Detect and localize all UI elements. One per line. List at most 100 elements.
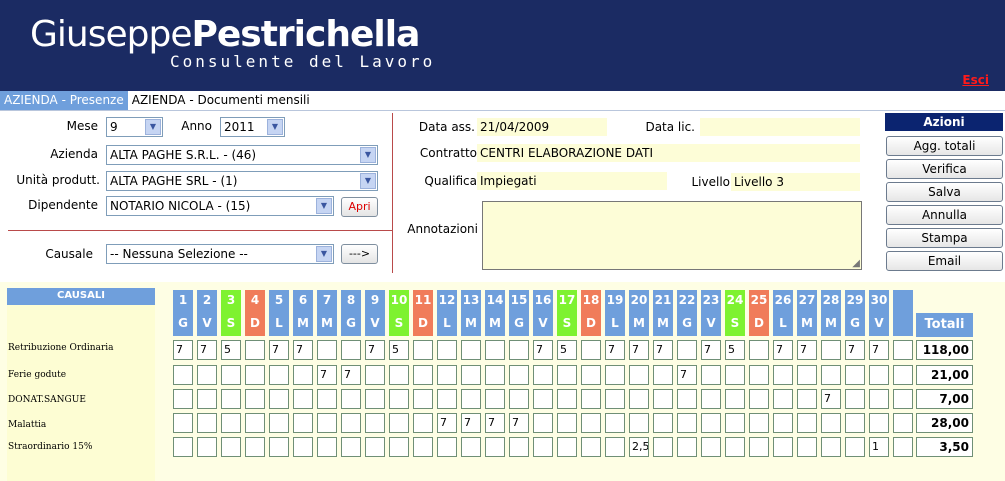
hours-input[interactable] [629,389,649,409]
hours-input[interactable] [389,437,409,457]
hours-input[interactable] [221,389,241,409]
hours-input[interactable] [197,389,217,409]
hours-input[interactable] [797,413,817,433]
hours-input[interactable] [581,340,601,360]
hours-input[interactable] [197,413,217,433]
hours-input[interactable] [461,365,481,385]
tab-presenze[interactable]: AZIENDA - Presenze [0,91,128,110]
hours-input[interactable]: 7 [173,340,193,360]
hours-input[interactable] [437,340,457,360]
dipendente-select[interactable]: NOTARIO NICOLA - (15) ▼ [106,196,334,216]
hours-input[interactable] [389,365,409,385]
hours-input[interactable] [365,365,385,385]
hours-input[interactable] [845,413,865,433]
hours-input[interactable] [221,437,241,457]
salva-button[interactable]: Salva [886,182,1003,202]
hours-input[interactable]: 7 [317,365,337,385]
hours-input[interactable] [725,389,745,409]
hours-input[interactable] [725,437,745,457]
unita-select[interactable]: ALTA PAGHE SRL - (1) ▼ [106,171,378,191]
hours-input[interactable] [317,413,337,433]
hours-input[interactable]: 7 [701,340,721,360]
hours-input[interactable]: 5 [725,340,745,360]
hours-input[interactable] [893,365,913,385]
hours-input[interactable] [773,365,793,385]
hours-input[interactable] [293,413,313,433]
hours-input[interactable] [533,365,553,385]
hours-input[interactable] [653,389,673,409]
hours-input[interactable] [893,389,913,409]
hours-input[interactable] [581,413,601,433]
hours-input[interactable] [509,340,529,360]
hours-input[interactable] [317,437,337,457]
hours-input[interactable] [173,437,193,457]
hours-input[interactable]: 7 [461,413,481,433]
hours-input[interactable] [797,389,817,409]
hours-input[interactable] [485,340,505,360]
hours-input[interactable]: 7 [821,389,841,409]
hours-input[interactable]: 7 [677,365,697,385]
hours-input[interactable] [533,437,553,457]
hours-input[interactable] [653,365,673,385]
hours-input[interactable] [245,437,265,457]
hours-input[interactable] [869,365,889,385]
hours-input[interactable] [197,437,217,457]
hours-input[interactable] [773,437,793,457]
hours-input[interactable]: 7 [269,340,289,360]
hours-input[interactable] [413,389,433,409]
hours-input[interactable] [893,413,913,433]
hours-input[interactable] [269,365,289,385]
hours-input[interactable] [749,365,769,385]
hours-input[interactable] [389,389,409,409]
hours-input[interactable] [413,340,433,360]
hours-input[interactable]: 5 [557,340,577,360]
hours-input[interactable] [413,413,433,433]
hours-input[interactable] [341,340,361,360]
apri-button[interactable]: Apri [341,197,378,217]
hours-input[interactable] [533,413,553,433]
hours-input[interactable] [581,365,601,385]
agg-totali-button[interactable]: Agg. totali [886,136,1003,156]
hours-input[interactable] [677,340,697,360]
hours-input[interactable] [365,389,385,409]
hours-input[interactable] [869,389,889,409]
hours-input[interactable] [221,413,241,433]
hours-input[interactable]: 7 [653,340,673,360]
hours-input[interactable] [221,365,241,385]
verifica-button[interactable]: Verifica [886,159,1003,179]
hours-input[interactable] [557,413,577,433]
hours-input[interactable]: 7 [845,340,865,360]
hours-input[interactable] [413,437,433,457]
hours-input[interactable] [557,365,577,385]
hours-input[interactable] [341,389,361,409]
azienda-select[interactable]: ALTA PAGHE S.R.L. - (46) ▼ [106,145,378,165]
hours-input[interactable]: 7 [341,365,361,385]
hours-input[interactable] [677,413,697,433]
hours-input[interactable] [749,413,769,433]
hours-input[interactable]: 5 [221,340,241,360]
hours-input[interactable] [341,437,361,457]
hours-input[interactable] [269,389,289,409]
hours-input[interactable] [629,413,649,433]
hours-input[interactable] [725,365,745,385]
hours-input[interactable] [581,389,601,409]
hours-input[interactable] [749,389,769,409]
hours-input[interactable] [461,437,481,457]
email-button[interactable]: Email [886,251,1003,271]
hours-input[interactable]: 7 [509,413,529,433]
hours-input[interactable]: 7 [365,340,385,360]
hours-input[interactable] [533,389,553,409]
annulla-button[interactable]: Annulla [886,205,1003,225]
hours-input[interactable] [605,413,625,433]
hours-input[interactable] [485,389,505,409]
hours-input[interactable] [821,340,841,360]
hours-input[interactable] [797,365,817,385]
hours-input[interactable] [245,365,265,385]
hours-input[interactable] [677,437,697,457]
hours-input[interactable] [821,413,841,433]
hours-input[interactable] [869,413,889,433]
hours-input[interactable] [821,365,841,385]
hours-input[interactable]: 7 [293,340,313,360]
hours-input[interactable] [437,365,457,385]
hours-input[interactable] [173,365,193,385]
